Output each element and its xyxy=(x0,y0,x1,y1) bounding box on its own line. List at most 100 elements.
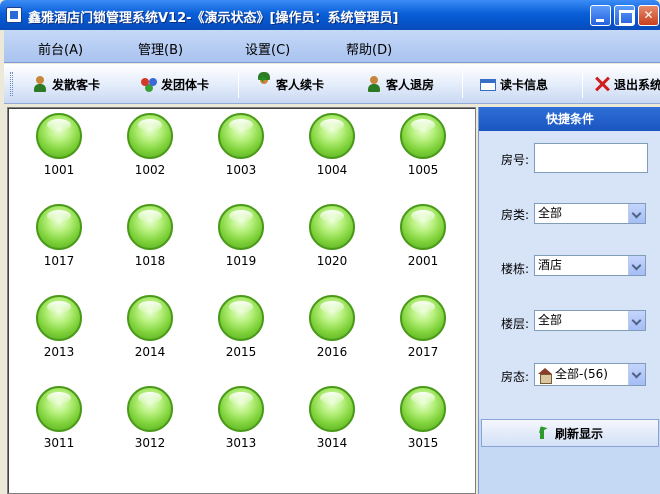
room-number: 3014 xyxy=(316,436,348,450)
room-tile[interactable]: 1002 xyxy=(119,113,179,179)
room-tile[interactable]: 2016 xyxy=(301,295,361,361)
chevron-down-icon[interactable] xyxy=(628,204,645,223)
room-tile[interactable]: 2001 xyxy=(392,204,452,270)
toolbar: 发散客卡 发团体卡 客人续卡 客人退房 读卡信息 退出系统 xyxy=(4,64,660,104)
room-tile[interactable]: 3012 xyxy=(119,386,179,452)
room-number: 2013 xyxy=(43,345,75,359)
menu-front-desk[interactable]: 前台(A) xyxy=(38,39,83,58)
status-value: 全部-(56) xyxy=(555,367,608,381)
room-type-select[interactable]: 全部 xyxy=(534,203,646,224)
room-status-icon xyxy=(218,113,264,159)
room-number: 2017 xyxy=(407,345,439,359)
checkout-icon xyxy=(366,76,382,92)
room-status-icon xyxy=(36,113,82,159)
guest-renew-card-button[interactable]: 客人续卡 xyxy=(256,72,324,94)
room-status-icon xyxy=(309,204,355,250)
room-tile[interactable]: 1001 xyxy=(28,113,88,179)
chevron-down-icon[interactable] xyxy=(628,311,645,330)
room-number: 1002 xyxy=(134,163,166,177)
chevron-down-icon[interactable] xyxy=(628,256,645,275)
room-number: 2014 xyxy=(134,345,166,359)
room-status-icon xyxy=(218,204,264,250)
room-tile[interactable]: 1017 xyxy=(28,204,88,270)
window-title: 鑫雅酒店门锁管理系统V12-《演示状态》[操作员：系统管理员] xyxy=(28,11,399,26)
refresh-button[interactable]: 刷新显示 xyxy=(481,419,659,447)
card-reader-icon xyxy=(480,79,496,91)
room-no-label: 房号: xyxy=(501,153,530,167)
room-type-label: 房类: xyxy=(501,208,530,222)
chevron-down-icon[interactable] xyxy=(628,364,645,385)
filter-panel-body: 房号: 房类: 全部 楼栋: 酒店 楼层: 全部 房态: 全部-(56) xyxy=(479,131,660,419)
title-bar: 鑫雅酒店门锁管理系统V12-《演示状态》[操作员：系统管理员] ✕ xyxy=(0,0,660,30)
room-tile[interactable]: 2017 xyxy=(392,295,452,361)
floor-value: 全部 xyxy=(538,313,563,327)
filter-panel-header: 快捷条件 xyxy=(479,107,660,131)
room-tile[interactable]: 3011 xyxy=(28,386,88,452)
floor-label: 楼层: xyxy=(501,317,530,331)
menu-help[interactable]: 帮助(D) xyxy=(346,39,392,58)
maximize-button[interactable] xyxy=(614,5,635,26)
room-status-icon xyxy=(36,386,82,432)
close-button[interactable]: ✕ xyxy=(638,5,659,26)
room-status-icon xyxy=(36,204,82,250)
room-number: 1019 xyxy=(225,254,257,268)
room-grid-panel: 1001 1002 1003 1004 1005 1017 1018 1019 … xyxy=(7,107,476,494)
exit-system-button[interactable]: 退出系统 xyxy=(594,74,660,94)
room-tile[interactable]: 1004 xyxy=(301,113,361,179)
room-tile[interactable]: 2015 xyxy=(210,295,270,361)
read-card-button[interactable]: 读卡信息 xyxy=(480,74,548,94)
room-tile[interactable]: 1003 xyxy=(210,113,270,179)
room-status-icon xyxy=(400,386,446,432)
room-tile[interactable]: 3014 xyxy=(301,386,361,452)
room-number: 1017 xyxy=(43,254,75,268)
menu-management[interactable]: 管理(B) xyxy=(138,39,183,58)
refresh-icon xyxy=(537,426,549,440)
room-number: 2016 xyxy=(316,345,348,359)
room-number: 1020 xyxy=(316,254,348,268)
room-number: 1003 xyxy=(225,163,257,177)
guest-icon xyxy=(32,76,48,92)
status-select[interactable]: 全部-(56) xyxy=(534,363,646,386)
room-tile[interactable]: 2013 xyxy=(28,295,88,361)
room-status-icon xyxy=(127,295,173,341)
room-status-icon xyxy=(36,295,82,341)
room-type-value: 全部 xyxy=(538,206,563,220)
app-icon xyxy=(6,7,22,23)
filter-panel: 快捷条件 房号: 房类: 全部 楼栋: 酒店 楼层: 全部 房态: 全部-(56… xyxy=(478,107,660,494)
issue-group-card-button[interactable]: 发团体卡 xyxy=(141,74,209,94)
room-number: 1018 xyxy=(134,254,166,268)
toolbar-separator xyxy=(462,70,463,98)
room-tile[interactable]: 1005 xyxy=(392,113,452,179)
room-status-icon xyxy=(127,204,173,250)
toolbar-grip[interactable] xyxy=(10,72,13,96)
room-number: 3011 xyxy=(43,436,75,450)
room-number: 3012 xyxy=(134,436,166,450)
room-number: 1004 xyxy=(316,163,348,177)
room-status-icon xyxy=(400,113,446,159)
room-status-icon xyxy=(218,295,264,341)
guest-checkout-button[interactable]: 客人退房 xyxy=(366,74,434,94)
room-status-icon xyxy=(309,386,355,432)
room-tile[interactable]: 1018 xyxy=(119,204,179,270)
toolbar-separator xyxy=(238,70,239,98)
room-number: 2001 xyxy=(407,254,439,268)
room-no-input[interactable] xyxy=(534,143,648,173)
room-tile[interactable]: 1020 xyxy=(301,204,361,270)
menu-bar: 前台(A) 管理(B) 设置(C) 帮助(D) xyxy=(4,30,660,63)
room-tile[interactable]: 3013 xyxy=(210,386,270,452)
minimize-button[interactable] xyxy=(590,5,611,26)
room-tile[interactable]: 2014 xyxy=(119,295,179,361)
floor-select[interactable]: 全部 xyxy=(534,310,646,331)
issue-guest-card-button[interactable]: 发散客卡 xyxy=(32,74,100,94)
status-label: 房态: xyxy=(501,370,530,384)
room-status-icon xyxy=(400,204,446,250)
building-select[interactable]: 酒店 xyxy=(534,255,646,276)
building-value: 酒店 xyxy=(538,258,563,272)
room-number: 3015 xyxy=(407,436,439,450)
menu-settings[interactable]: 设置(C) xyxy=(245,39,290,58)
exit-icon xyxy=(594,76,610,92)
room-status-icon xyxy=(127,386,173,432)
room-number: 1001 xyxy=(43,163,75,177)
room-tile[interactable]: 3015 xyxy=(392,386,452,452)
room-tile[interactable]: 1019 xyxy=(210,204,270,270)
